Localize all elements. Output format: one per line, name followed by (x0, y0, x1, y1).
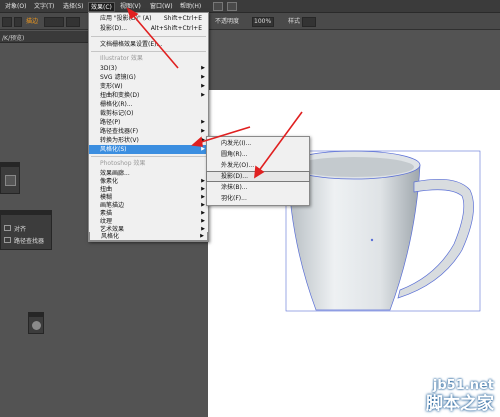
arrowhead-icon (254, 165, 265, 179)
arrow-to-drop-shadow (257, 111, 303, 173)
arrowhead-icon (126, 7, 139, 20)
arrow-to-stylize-item (197, 126, 251, 144)
arrowhead-icon (191, 136, 203, 147)
annotation-arrows (126, 7, 303, 179)
arrow-to-effect-menu (131, 13, 179, 69)
watermark-name: 脚本之家 (426, 394, 494, 414)
